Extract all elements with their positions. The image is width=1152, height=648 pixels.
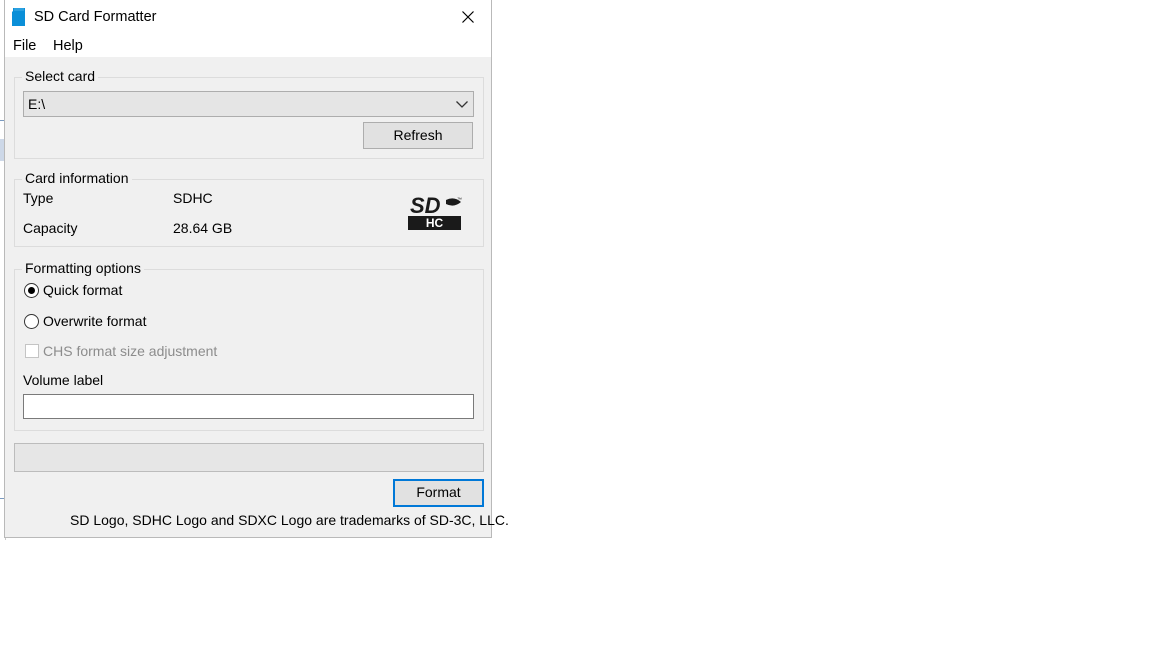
chevron-down-icon [456,101,468,108]
capacity-value: 28.64 GB [173,220,233,236]
sd-card-icon [12,8,25,26]
quick-format-radio[interactable] [24,283,39,298]
sd-card-formatter-window: SD Card Formatter File Help Select card … [4,0,509,538]
svg-text:™: ™ [457,197,462,203]
volume-label-input[interactable] [23,394,474,419]
chs-adjustment-checkbox[interactable] [25,344,39,358]
svg-text:HC: HC [426,216,444,230]
formatting-options-legend: Formatting options [22,260,144,276]
quick-format-label[interactable]: Quick format [43,282,122,298]
selected-drive: E:\ [28,96,46,112]
overwrite-format-label[interactable]: Overwrite format [43,313,146,329]
volume-label-caption: Volume label [23,372,104,388]
type-value: SDHC [173,190,213,206]
close-icon [462,11,474,23]
card-information-legend: Card information [22,170,132,186]
menu-file[interactable]: File [13,38,36,54]
overwrite-format-radio[interactable] [24,314,39,329]
menu-help[interactable]: Help [53,38,83,54]
format-button[interactable]: Format [393,479,484,507]
title-bar: SD Card Formatter [5,0,491,34]
trademark-notice: SD Logo, SDHC Logo and SDXC Logo are tra… [70,512,509,528]
capacity-label: Capacity [23,220,78,236]
card-select-dropdown[interactable]: E:\ [23,91,474,117]
sdhc-logo: SD ™ HC [408,193,462,230]
menu-bar: File Help [5,34,491,57]
radio-selected-dot [28,287,35,294]
select-card-legend: Select card [22,68,99,84]
close-button[interactable] [445,0,491,34]
refresh-button[interactable]: Refresh [363,122,473,149]
format-progress-bar [14,443,484,472]
chs-adjustment-label: CHS format size adjustment [43,343,218,359]
type-label: Type [23,190,54,206]
svg-text:SD: SD [410,193,441,218]
window-title: SD Card Formatter [34,9,157,25]
